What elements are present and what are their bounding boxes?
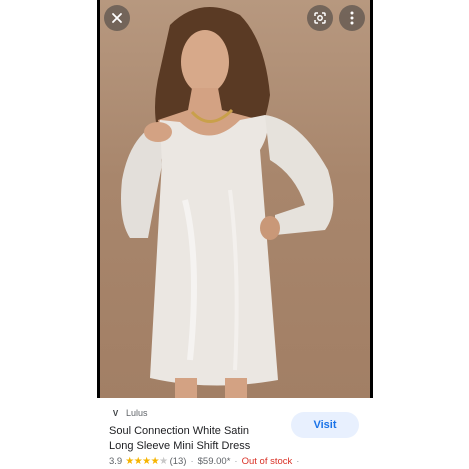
source-row[interactable]: V Lulus [111, 408, 148, 418]
product-title-line2: Long Sleeve Mini Shift Dress [109, 440, 251, 452]
star-rating: ★★★★★ [125, 456, 168, 467]
product-meta: 3.9 ★★★★★ (13) · $59.00* · Out of stock … [109, 456, 303, 467]
more-options-button[interactable] [339, 5, 365, 31]
source-name: Lulus [126, 408, 148, 418]
google-lens-button[interactable] [307, 5, 333, 31]
model-illustration [121, 7, 334, 398]
review-count: (13) [169, 456, 187, 467]
product-title-line1: Soul Connection White Satin [109, 425, 250, 437]
separator-dot: · [234, 456, 238, 467]
product-title[interactable]: Soul Connection White Satin Long Sleeve … [109, 424, 289, 454]
close-icon [112, 13, 122, 23]
star-icon: ★ [150, 456, 160, 467]
close-button[interactable] [104, 5, 130, 31]
separator-dot: · [190, 456, 194, 467]
price: $59.00* [197, 456, 231, 467]
result-info-panel: V Lulus Soul Connection White Satin Long… [0, 398, 469, 469]
star-icon: ★ [133, 456, 143, 467]
stock-status: Out of stock [241, 456, 293, 467]
visit-button[interactable]: Visit [291, 412, 359, 438]
rating-value: 3.9 [109, 456, 123, 467]
star-icon: ★ [142, 456, 151, 467]
lulus-logo-icon: V [112, 408, 119, 418]
separator-dot: · [296, 456, 300, 467]
google-lens-icon [314, 12, 326, 24]
more-vert-icon [350, 11, 354, 25]
star-icon: ★ [125, 456, 134, 467]
image-viewer [97, 0, 373, 398]
product-photo[interactable] [100, 0, 370, 398]
star-icon: ★ [159, 456, 168, 467]
